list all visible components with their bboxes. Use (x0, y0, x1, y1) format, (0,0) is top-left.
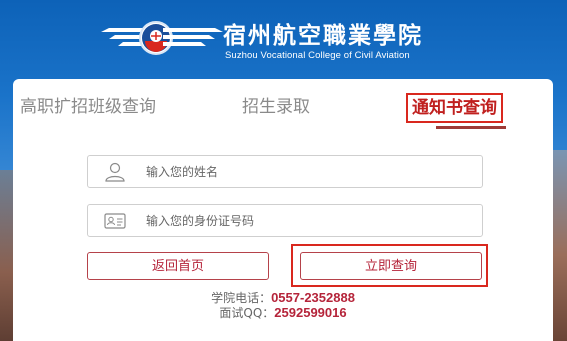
name-field[interactable] (87, 155, 483, 188)
user-icon (105, 162, 125, 182)
right-wing-icon (163, 28, 223, 46)
school-name-english: Suzhou Vocational College of Civil Aviat… (225, 50, 410, 61)
interview-qq: 面试QQ：2592599016 (13, 305, 553, 321)
back-home-button[interactable]: 返回首页 (87, 252, 269, 280)
active-tab-indicator (436, 126, 506, 129)
tab-admission-letter-query[interactable]: 通知书查询 (406, 93, 503, 123)
tab-expanded-enrollment-class-query[interactable]: 高职扩招班级查询 (20, 96, 156, 118)
site-header: 宿州航空職業學院 Suzhou Vocational College of Ci… (0, 0, 567, 78)
query-card: 高职扩招班级查询 招生录取 通知书查询 返回首页 立即查询 学院电话：0557-… (13, 79, 553, 341)
id-number-field[interactable] (87, 204, 483, 237)
qq-label: 面试QQ： (219, 306, 275, 320)
query-now-button[interactable]: 立即查询 (300, 252, 482, 280)
id-number-input[interactable] (146, 209, 466, 233)
school-name-chinese: 宿州航空職業學院 (223, 22, 423, 49)
tab-admission[interactable]: 招生录取 (242, 96, 310, 118)
tab-bar: 高职扩招班级查询 招生录取 通知书查询 (13, 79, 553, 129)
phone-value: 0557-2352888 (271, 290, 355, 305)
college-phone: 学院电话：0557-2352888 (13, 290, 553, 306)
id-card-icon (104, 213, 126, 229)
name-input[interactable] (146, 160, 466, 184)
qq-value: 2592599016 (274, 305, 347, 320)
phone-label: 学院电话： (211, 291, 272, 305)
